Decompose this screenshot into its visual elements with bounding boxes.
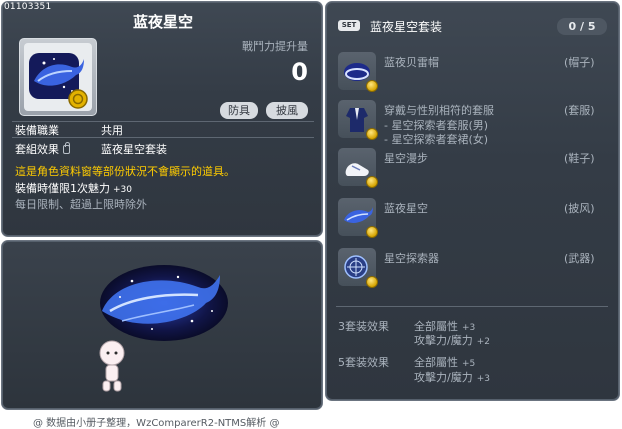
equip-limit-note: 每日限制、超過上限時除外 bbox=[15, 198, 147, 211]
lock-icon bbox=[63, 142, 70, 154]
avatar-preview-panel bbox=[1, 240, 323, 410]
set-bonus-label: 3套装效果 bbox=[338, 320, 389, 333]
job-value: 共用 bbox=[101, 124, 123, 137]
coin-icon bbox=[366, 276, 378, 288]
set-title: 蓝夜星空套装 bbox=[370, 20, 443, 34]
item-icon-frame bbox=[19, 38, 97, 116]
tag-armor: 防具 bbox=[220, 102, 258, 119]
set-bonus-stat-name: 攻擊力/魔力 bbox=[414, 371, 473, 384]
set-part-name: 蓝夜贝雷帽 bbox=[384, 56, 439, 69]
footer-credit: @ 数据由小册子整理，WzComparerR2-NTMS解析 @ bbox=[33, 418, 280, 429]
coin-icon bbox=[366, 226, 378, 238]
set-part-type: (帽子) bbox=[564, 56, 595, 69]
item-name: 蓝夜星空 bbox=[132, 13, 193, 31]
beret-icon bbox=[338, 52, 378, 92]
shoes-icon bbox=[338, 148, 378, 188]
set-part-type: (披风) bbox=[564, 202, 595, 215]
set-bonus-stat: 攻擊力/魔力 +3 bbox=[414, 369, 490, 385]
equip-limit-text: 裝備時僅限1次魅力 bbox=[15, 182, 110, 195]
explorer-device-icon bbox=[338, 248, 378, 288]
set-bonus-stat-value: +5 bbox=[462, 359, 476, 369]
set-count: 0 / 5 bbox=[557, 18, 607, 35]
set-badge: SET bbox=[338, 20, 360, 31]
set-info-panel: SET 蓝夜星空套装 0 / 5 蓝夜贝雷帽 (帽子) 穿戴与性别相符的套服 (… bbox=[325, 1, 620, 401]
set-part-type: (套服) bbox=[564, 104, 595, 117]
equip-limit-bonus: +30 bbox=[113, 185, 132, 195]
set-bonus-stat-name: 攻擊力/魔力 bbox=[414, 334, 473, 347]
set-bonus-stat-value: +3 bbox=[476, 374, 490, 384]
set-part-type: (鞋子) bbox=[564, 152, 595, 165]
set-bonus-label: 5套装效果 bbox=[338, 356, 389, 369]
item-tooltip-panel: 01103351 蓝夜星空 戰鬥力提升量 0 防具 披風 裝備職業 共用 套組效… bbox=[1, 1, 323, 237]
divider bbox=[336, 306, 608, 307]
set-part-subitem: - 星空探索者套裙(女) bbox=[384, 133, 489, 146]
set-bonus-stat-name: 全部屬性 bbox=[414, 356, 458, 369]
set-row: 套組效果 蓝夜星空套装 bbox=[15, 141, 167, 157]
divider bbox=[12, 137, 314, 138]
coin-icon bbox=[366, 128, 378, 140]
job-label: 裝備職業 bbox=[15, 124, 59, 137]
set-part-name: 蓝夜星空 bbox=[384, 202, 428, 215]
outfit-icon bbox=[338, 100, 378, 140]
avatar-preview bbox=[99, 265, 228, 392]
set-effect-value: 蓝夜星空套装 bbox=[101, 143, 167, 156]
set-bonus-stat: 全部屬性 +5 bbox=[414, 354, 475, 370]
set-bonus-stat: 攻擊力/魔力 +2 bbox=[414, 332, 490, 348]
coin-icon bbox=[366, 80, 378, 92]
whale-cape-icon bbox=[24, 43, 92, 111]
set-part-name: 星空探索器 bbox=[384, 252, 439, 265]
whale-cape-icon bbox=[338, 198, 378, 238]
power-value: 0 bbox=[291, 58, 308, 86]
coin-icon bbox=[366, 176, 378, 188]
item-warning: 這是角色資料窗等部份狀況不會顯示的道具。 bbox=[15, 165, 235, 178]
set-effect-label: 套組效果 bbox=[15, 143, 59, 156]
power-label: 戰鬥力提升量 bbox=[242, 40, 308, 53]
set-part-type: (武器) bbox=[564, 252, 595, 265]
equip-limit: 裝備時僅限1次魅力 +30 bbox=[15, 180, 132, 196]
set-part-name: 星空漫步 bbox=[384, 152, 428, 165]
job-row: 裝備職業 共用 bbox=[15, 122, 123, 138]
set-bonus-stat-value: +2 bbox=[476, 337, 490, 347]
set-part-name: 穿戴与性别相符的套服 bbox=[384, 104, 494, 117]
tag-cape: 披風 bbox=[266, 102, 308, 119]
